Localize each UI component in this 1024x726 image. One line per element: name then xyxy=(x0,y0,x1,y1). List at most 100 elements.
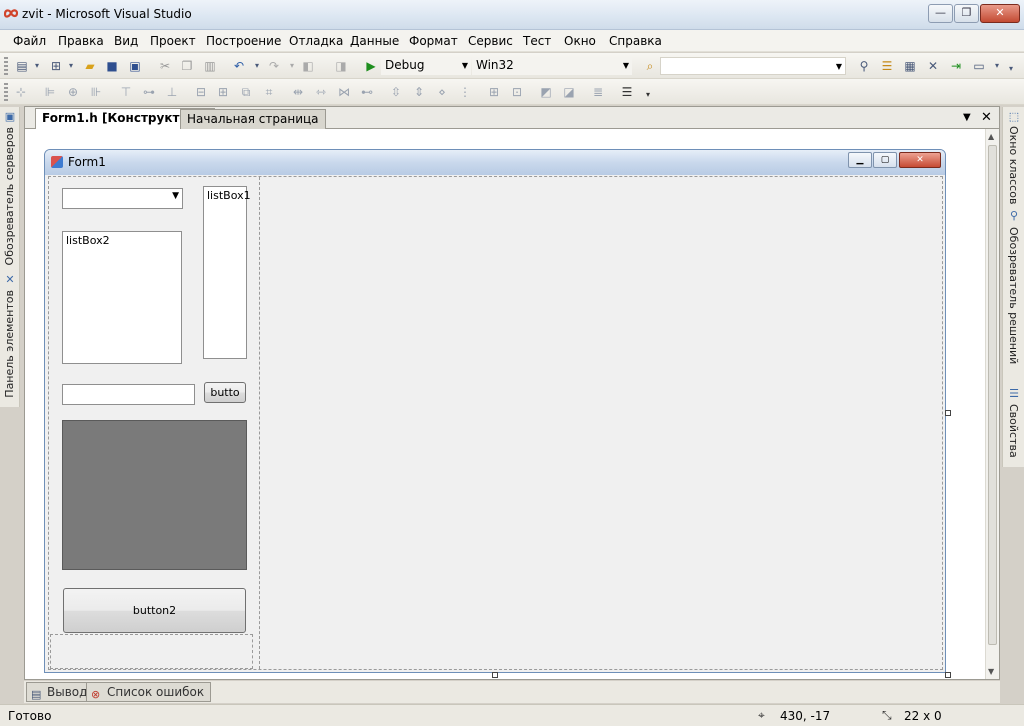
output-tab[interactable]: ▤ Вывод xyxy=(26,682,95,702)
vertical-spacing-increase-icon[interactable]: ⇕ xyxy=(411,84,427,100)
menu-tools[interactable]: Сервис xyxy=(468,34,513,48)
new-project-icon[interactable]: ▤ xyxy=(14,58,30,74)
resize-handle-bottom[interactable] xyxy=(492,672,498,678)
center-vertically-icon[interactable]: ⊡ xyxy=(509,84,525,100)
new-project-dropdown-icon[interactable]: ▾ xyxy=(29,58,45,74)
resize-handle-corner[interactable] xyxy=(945,672,951,678)
command-window-icon[interactable]: ▭ xyxy=(971,58,987,74)
make-same-size-icon[interactable]: ⧉ xyxy=(238,84,254,100)
vertical-spacing-decrease-icon[interactable]: ⋄ xyxy=(434,84,450,100)
align-tops-icon[interactable]: ⊤ xyxy=(118,84,134,100)
object-browser-icon[interactable]: ▦ xyxy=(902,58,918,74)
button2[interactable]: button2 xyxy=(63,588,246,633)
button1[interactable]: butto xyxy=(204,382,246,403)
menu-help[interactable]: Справка xyxy=(609,34,662,48)
listbox2[interactable]: listBox2 xyxy=(62,231,182,364)
align-lefts-icon[interactable]: ⊫ xyxy=(42,84,58,100)
menu-window[interactable]: Окно xyxy=(564,34,596,48)
copy-icon[interactable]: ❐ xyxy=(179,58,195,74)
form-maximize-button: ▢ xyxy=(873,152,897,168)
menu-debug[interactable]: Отладка xyxy=(289,34,343,48)
add-item-dropdown-icon[interactable]: ▾ xyxy=(63,58,79,74)
maximize-button[interactable]: ❐ xyxy=(954,4,979,23)
properties-tab[interactable]: Свойства xyxy=(1007,404,1020,458)
listbox1[interactable]: listBox1 xyxy=(203,186,251,359)
picturebox1[interactable] xyxy=(62,420,247,570)
add-item-icon[interactable]: ⊞ xyxy=(48,58,64,74)
toolbar-options-icon[interactable]: ▾ xyxy=(640,87,656,103)
scrollbar-thumb[interactable] xyxy=(988,145,997,645)
toolbar-options-icon[interactable]: ▾ xyxy=(1003,61,1019,77)
paste-icon[interactable]: ▥ xyxy=(202,58,218,74)
bottom-panel[interactable] xyxy=(50,634,253,669)
bring-to-front-icon[interactable]: ◩ xyxy=(538,84,554,100)
align-bottoms-icon[interactable]: ⊥ xyxy=(164,84,180,100)
save-all-icon[interactable]: ▣ xyxy=(127,58,143,74)
menu-file[interactable]: Файл xyxy=(13,34,46,48)
resize-handle-right[interactable] xyxy=(945,410,951,416)
size-to-grid-icon[interactable]: ⌗ xyxy=(261,84,277,100)
toolbar-grip[interactable] xyxy=(4,57,8,75)
class-view-tab[interactable]: Окно классов xyxy=(1007,126,1020,204)
center-horizontally-icon[interactable]: ⊞ xyxy=(486,84,502,100)
solution-explorer-icon[interactable]: ⚲ xyxy=(856,58,872,74)
align-rights-icon[interactable]: ⊪ xyxy=(88,84,104,100)
error-list-tab[interactable]: ⊗ Список ошибок xyxy=(86,682,212,702)
redo-dropdown-icon[interactable]: ▾ xyxy=(284,58,300,74)
align-to-grid-icon[interactable]: ⊹ xyxy=(13,84,29,100)
menu-data[interactable]: Данные xyxy=(350,34,399,48)
open-icon[interactable]: ▰ xyxy=(82,58,98,74)
tab-order-icon[interactable]: ≣ xyxy=(590,84,606,100)
vertical-spacing-remove-icon[interactable]: ⋮ xyxy=(457,84,473,100)
menu-build[interactable]: Построение xyxy=(206,34,281,48)
menu-format[interactable]: Формат xyxy=(409,34,458,48)
combobox1[interactable]: ▼ xyxy=(62,188,183,209)
start-page-icon[interactable]: ⇥ xyxy=(948,58,964,74)
find-combo[interactable]: ▼ xyxy=(660,57,846,75)
designer-vertical-scrollbar[interactable]: ▲ ▼ xyxy=(985,129,999,679)
properties-icon[interactable]: ☰ xyxy=(879,58,895,74)
toolbar-grip[interactable] xyxy=(4,83,8,101)
send-to-back-icon[interactable]: ◪ xyxy=(561,84,577,100)
horizontal-spacing-decrease-icon[interactable]: ⋈ xyxy=(336,84,352,100)
make-same-width-icon[interactable]: ⊟ xyxy=(193,84,209,100)
vertical-spacing-equal-icon[interactable]: ⇳ xyxy=(388,84,404,100)
solution-explorer-tab[interactable]: Обозреватель решений xyxy=(1007,227,1020,364)
find-in-files-icon[interactable]: ⌕ xyxy=(642,58,658,74)
form1-window[interactable]: Form1 ▁ ▢ ✕ ▼ listBox1 listBox2 butto bu… xyxy=(44,149,946,673)
configuration-combo[interactable]: Debug ▼ xyxy=(381,57,471,75)
horizontal-spacing-equal-icon[interactable]: ⇹ xyxy=(290,84,306,100)
menu-view[interactable]: Вид xyxy=(114,34,138,48)
server-explorer-tab[interactable]: Обозреватель серверов xyxy=(3,127,16,265)
scroll-up-icon[interactable]: ▲ xyxy=(988,132,994,141)
save-icon[interactable]: ■ xyxy=(104,58,120,74)
align-middles-icon[interactable]: ⊶ xyxy=(141,84,157,100)
redo-icon[interactable]: ↷ xyxy=(266,58,282,74)
horizontal-spacing-increase-icon[interactable]: ⇿ xyxy=(313,84,329,100)
active-files-dropdown-icon[interactable]: ▼ xyxy=(963,112,971,123)
menu-project[interactable]: Проект xyxy=(150,34,196,48)
horizontal-spacing-remove-icon[interactable]: ⊷ xyxy=(359,84,375,100)
close-document-icon[interactable]: ✕ xyxy=(981,110,992,125)
cut-icon[interactable]: ✂ xyxy=(157,58,173,74)
close-button[interactable]: ✕ xyxy=(980,4,1020,23)
menu-test[interactable]: Тест xyxy=(523,34,551,48)
form-designer-surface[interactable]: Form1 ▁ ▢ ✕ ▼ listBox1 listBox2 butto bu… xyxy=(25,129,985,679)
undo-icon[interactable]: ↶ xyxy=(231,58,247,74)
scroll-down-icon[interactable]: ▼ xyxy=(988,667,994,676)
menu-edit[interactable]: Правка xyxy=(58,34,104,48)
start-debug-icon[interactable]: ▶ xyxy=(363,58,379,74)
make-same-height-icon[interactable]: ⊞ xyxy=(215,84,231,100)
navigate-forward-icon[interactable]: ◨ xyxy=(333,58,349,74)
platform-combo[interactable]: Win32 ▼ xyxy=(472,57,632,75)
toolbox-tab[interactable]: Панель элементов xyxy=(3,290,16,398)
lock-controls-icon[interactable]: ☰ xyxy=(619,84,635,100)
form1-client-area[interactable]: ▼ listBox1 listBox2 butto button2 xyxy=(48,176,943,670)
align-centers-icon[interactable]: ⊕ xyxy=(65,84,81,100)
navigate-back-icon[interactable]: ◧ xyxy=(300,58,316,74)
minimize-button[interactable]: — xyxy=(928,4,953,23)
tab-start-page[interactable]: Начальная страница xyxy=(180,109,326,129)
textbox1[interactable] xyxy=(62,384,195,405)
toolbox-icon[interactable]: ✕ xyxy=(925,58,941,74)
undo-dropdown-icon[interactable]: ▾ xyxy=(249,58,265,74)
